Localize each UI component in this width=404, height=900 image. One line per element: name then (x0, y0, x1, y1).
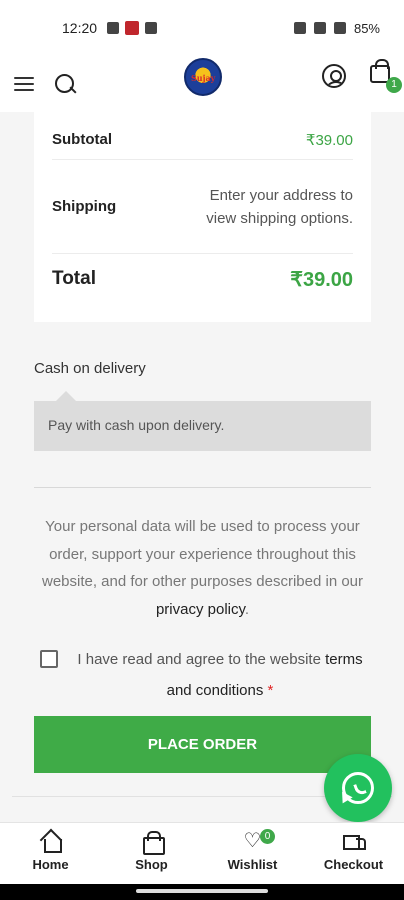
wifi-icon (313, 22, 326, 34)
total-row: Total ₹39.00 (52, 254, 353, 304)
search-icon[interactable] (54, 73, 76, 95)
shipping-label: Shipping (52, 198, 117, 215)
total-label: Total (52, 268, 96, 289)
truck-icon (342, 831, 366, 851)
subtotal-label: Subtotal (52, 131, 112, 148)
nav-shop-label: Shop (135, 857, 168, 872)
alarm-icon (293, 22, 306, 34)
total-value: ₹39.00 (290, 268, 353, 291)
account-icon[interactable] (322, 64, 346, 88)
terms-checkbox[interactable] (40, 650, 58, 668)
home-indicator[interactable] (136, 889, 268, 893)
nav-wishlist[interactable]: ♡ 0 Wishlist (202, 823, 303, 884)
shop-icon (141, 831, 165, 855)
payment-method-label[interactable]: Cash on delivery (34, 360, 146, 377)
place-order-button[interactable]: PLACE ORDER (34, 716, 371, 773)
subtotal-value: ₹39.00 (305, 131, 353, 149)
home-icon (40, 831, 62, 853)
nav-wishlist-label: Wishlist (227, 857, 278, 872)
nav-shop[interactable]: Shop (101, 823, 202, 884)
nav-home[interactable]: Home (0, 823, 101, 884)
privacy-text: Your personal data will be used to proce… (41, 518, 364, 590)
shipping-row: Shipping Enter your address to view ship… (52, 160, 353, 254)
location-icon (107, 22, 120, 34)
signal-icon (333, 22, 346, 34)
terms-text[interactable]: I have read and agree to the website ter… (70, 644, 370, 706)
whatsapp-icon (342, 772, 374, 804)
required-marker: * (267, 682, 274, 699)
privacy-end: . (244, 600, 250, 618)
battery-level: 85% (353, 20, 380, 36)
shipping-value: Enter your address to view shipping opti… (206, 186, 353, 227)
site-logo[interactable]: Sujay (184, 58, 222, 96)
divider (34, 487, 371, 488)
nav-checkout-label: Checkout (323, 857, 384, 872)
privacy-policy-link[interactable]: privacy policy (156, 601, 245, 618)
notification-icons (107, 21, 158, 35)
payment-description: Pay with cash upon delivery. (34, 391, 371, 451)
status-time: 12:20 (62, 20, 98, 36)
app-notification-icon (125, 21, 140, 35)
whatsapp-button[interactable] (324, 754, 392, 822)
wishlist-count-badge: 0 (260, 829, 275, 844)
nav-checkout[interactable]: Checkout (303, 823, 404, 884)
gmail-icon (145, 22, 158, 34)
menu-icon[interactable] (14, 77, 34, 91)
status-bar: 12:20 85% (0, 0, 404, 56)
system-icons: 85% (293, 20, 380, 36)
privacy-notice: Your personal data will be used to proce… (30, 513, 375, 623)
subtotal-row: Subtotal ₹39.00 (52, 120, 353, 160)
terms-label: I have read and agree to the website (77, 651, 326, 668)
nav-home-label: Home (32, 857, 69, 872)
cart-count-badge: 1 (386, 77, 402, 93)
gesture-bar (0, 884, 404, 900)
logo-text: Sujay (191, 73, 216, 83)
bottom-nav: Home Shop ♡ 0 Wishlist Checkout (0, 822, 404, 884)
order-summary: Subtotal ₹39.00 Shipping Enter your addr… (34, 112, 371, 322)
